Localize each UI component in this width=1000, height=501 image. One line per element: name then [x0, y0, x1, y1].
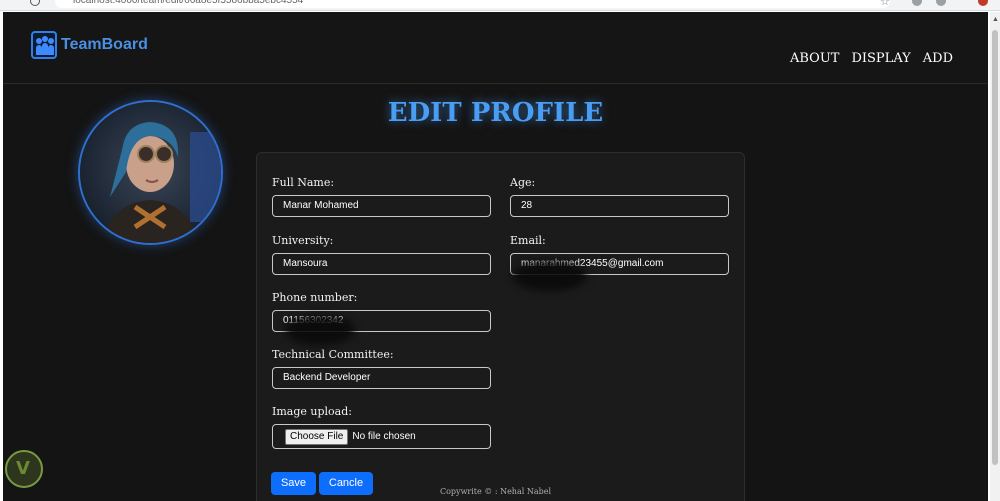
nav-about[interactable]: ABOUT: [790, 51, 839, 66]
nav-add[interactable]: ADD: [923, 51, 953, 66]
bookmark-star-icon[interactable]: ☆: [880, 0, 890, 8]
university-label: University:: [272, 234, 334, 247]
scroll-up-arrow-icon[interactable]: ▲: [992, 16, 999, 23]
age-input[interactable]: 28: [510, 195, 729, 217]
profile-avatar: [78, 100, 223, 245]
full-name-label: Full Name:: [272, 176, 335, 189]
full-name-group: Full Name: Manar Mohamed: [272, 176, 491, 217]
committee-input[interactable]: Backend Developer: [272, 367, 491, 389]
scrollbar-thumb[interactable]: [992, 30, 998, 465]
app-viewport: TeamBoard ABOUT DISPLAY ADD EDIT PROFILE: [3, 12, 988, 501]
age-group: Age: 28: [510, 176, 729, 217]
edit-profile-form: Full Name: Manar Mohamed Age: 28 Univers…: [256, 152, 745, 501]
extension-icon[interactable]: [978, 0, 988, 6]
image-upload-input[interactable]: Choose File No file chosen: [272, 424, 491, 449]
page-scrollbar[interactable]: ▲: [990, 12, 1000, 501]
image-upload-group: Image upload: Choose File No file chosen: [272, 405, 491, 449]
committee-group: Technical Committee: Backend Developer: [272, 348, 491, 389]
nav-links: ABOUT DISPLAY ADD: [790, 51, 953, 66]
redaction-scribble: [512, 261, 587, 291]
team-logo-icon: [31, 31, 57, 59]
logo-text: TeamBoard: [61, 36, 148, 53]
full-name-input[interactable]: Manar Mohamed: [272, 195, 491, 217]
phone-label: Phone number:: [272, 291, 358, 304]
logo[interactable]: TeamBoard: [31, 31, 148, 59]
browser-toolbar: localhost:4000/team/edit/66a8e5f5586bba5…: [0, 0, 1000, 11]
address-bar[interactable]: localhost:4000/team/edit/66a8e5f5586bba5…: [55, 0, 890, 8]
university-group: University: Mansoura: [272, 234, 491, 275]
redaction-scribble: [285, 315, 355, 345]
watermark-logo: V: [5, 450, 43, 488]
choose-file-button[interactable]: Choose File: [285, 428, 349, 445]
committee-label: Technical Committee:: [272, 348, 394, 361]
footer-copyright: Copywrite © : Nehal Nabel: [439, 487, 552, 496]
reload-icon[interactable]: [30, 0, 40, 6]
navbar: TeamBoard ABOUT DISPLAY ADD: [3, 12, 988, 84]
file-status-text: No file chosen: [352, 431, 416, 442]
extension-icon[interactable]: [912, 0, 922, 6]
university-input[interactable]: Mansoura: [272, 253, 491, 275]
age-label: Age:: [510, 176, 536, 189]
nav-display[interactable]: DISPLAY: [851, 51, 910, 66]
profile-avatar-icon[interactable]: [936, 0, 946, 6]
avatar-image: [80, 102, 221, 243]
email-label: Email:: [510, 234, 546, 247]
image-upload-label: Image upload:: [272, 405, 352, 418]
